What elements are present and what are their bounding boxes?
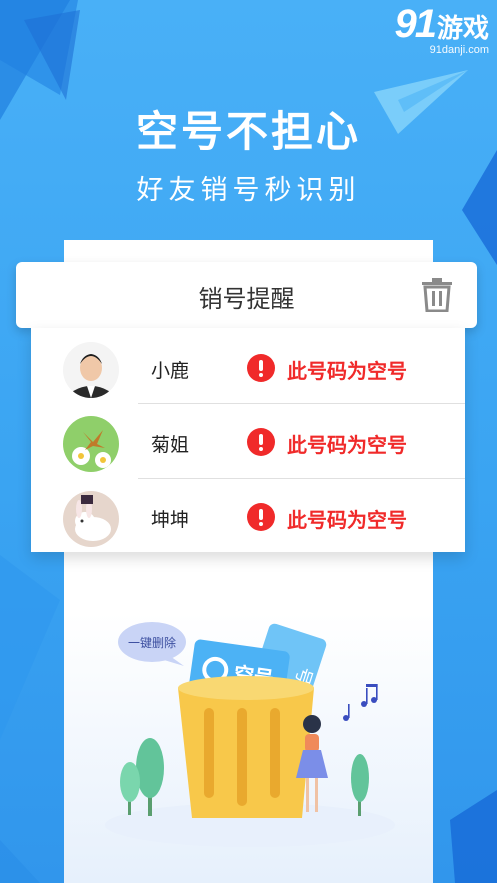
delete-illustration: 一键删除 号 空号 [105, 622, 395, 847]
avatar [63, 491, 119, 547]
trash-bin [178, 676, 314, 818]
contact-name: 小鹿 [151, 360, 190, 382]
site-watermark: 91游戏 91danji.com [394, 2, 489, 56]
reminder-title: 销号提醒 [198, 285, 295, 313]
list-item[interactable]: 坤坤 此号码为空号 [31, 479, 465, 553]
avatar [63, 342, 119, 398]
warning-icon [247, 354, 275, 382]
promo-headline: 空号不担心 [135, 107, 361, 156]
list-item[interactable]: 小鹿 此号码为空号 [31, 330, 465, 404]
list-item[interactable]: 菊姐 此号码为空号 [31, 404, 465, 478]
watermark-url: 91danji.com [429, 44, 489, 56]
watermark-brand: 游戏 [436, 13, 489, 43]
status-text: 此号码为空号 [287, 359, 407, 383]
speech-bubble: 一键删除 [118, 622, 186, 666]
reminder-header: 销号提醒 [16, 262, 477, 328]
status-text: 此号码为空号 [287, 508, 407, 532]
warning-icon [247, 428, 275, 456]
bubble-text: 一键删除 [128, 635, 176, 650]
warning-icon [247, 503, 275, 531]
contact-list: 小鹿 此号码为空号 菊姐 此号码为空号 坤坤 此号码为空号 [31, 328, 465, 552]
watermark-number: 91 [394, 2, 436, 46]
contact-name: 坤坤 [151, 509, 190, 531]
trash-icon[interactable] [421, 278, 453, 312]
promo-subline: 好友销号秒识别 [136, 175, 361, 206]
status-text: 此号码为空号 [287, 433, 407, 457]
music-notes-icon [343, 684, 378, 721]
contact-name: 菊姐 [151, 434, 190, 456]
avatar [63, 416, 119, 472]
